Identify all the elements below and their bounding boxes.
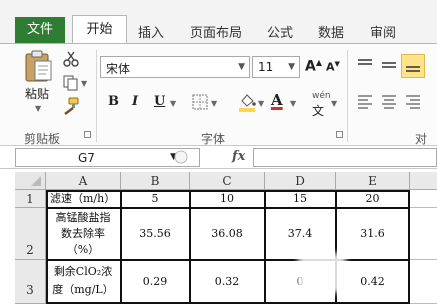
tab-data[interactable]: 数据: [318, 22, 344, 41]
cell-a3[interactable]: 剩余ClO₂浓度（mg/L）: [46, 260, 121, 304]
tab-home[interactable]: 开始: [72, 15, 127, 44]
underline-dropdown-icon[interactable]: ▼: [170, 99, 176, 108]
grow-font-button[interactable]: A▲: [305, 58, 322, 75]
underline-button[interactable]: U: [154, 94, 165, 109]
cell-a2[interactable]: 高锰酸盐指数去除率（%）: [46, 208, 121, 260]
paste-dropdown-icon[interactable]: ▼: [35, 104, 41, 113]
column-header-c[interactable]: C: [190, 172, 265, 190]
ribbon-home: 粘贴 ▼ ▼ 剪贴板 宋体 ▼ 11 ▼ A▲ A▼ B I U ▼ ▼ ▼ A…: [0, 43, 437, 163]
font-color-button[interactable]: A: [271, 91, 283, 109]
select-all-icon: [31, 176, 41, 186]
cell-f2[interactable]: [410, 208, 437, 260]
font-name-select[interactable]: 宋体 ▼: [100, 56, 250, 78]
align-bottom-button[interactable]: [401, 54, 425, 78]
grow-font-icon: A: [305, 58, 316, 75]
clipboard-launcher-icon[interactable]: [84, 131, 91, 138]
chevron-down-icon: ▼: [288, 62, 295, 72]
excel-window: 文件 开始 插入 页面布局 公式 数据 审阅 粘贴 ▼ ▼ 剪贴板 宋体 ▼ 1…: [0, 0, 437, 306]
row-header-1[interactable]: 1: [15, 190, 46, 208]
column-header-e[interactable]: E: [336, 172, 410, 190]
cell-f3[interactable]: [410, 260, 437, 304]
row-header-3[interactable]: 3: [15, 260, 46, 304]
table-border: [46, 259, 410, 261]
phonetic-dropdown-icon[interactable]: ▼: [331, 99, 337, 108]
chevron-down-icon: ▼: [238, 62, 245, 72]
cell-b2[interactable]: 35.56: [121, 208, 190, 260]
align-right-icon[interactable]: [405, 94, 421, 110]
align-middle-icon[interactable]: [381, 58, 397, 74]
paste-label[interactable]: 粘贴: [25, 85, 49, 102]
phonetic-guide-icon: 文: [312, 104, 325, 118]
row-header-2[interactable]: 2: [15, 208, 46, 260]
cell-c3[interactable]: 0.32: [190, 260, 265, 304]
tab-file[interactable]: 文件: [15, 17, 65, 43]
copy-dropdown-icon[interactable]: ▼: [81, 79, 87, 88]
borders-icon[interactable]: [192, 94, 208, 110]
italic-button[interactable]: I: [132, 94, 138, 109]
column-header-b[interactable]: B: [121, 172, 190, 190]
cell-e2[interactable]: 31.6: [336, 208, 410, 260]
cell-b1[interactable]: 5: [121, 190, 190, 208]
font-size-select[interactable]: 11 ▼: [252, 56, 300, 78]
column-header-f[interactable]: [410, 172, 437, 190]
cell-c1[interactable]: 10: [190, 190, 265, 208]
font-launcher-icon[interactable]: [336, 131, 343, 138]
tab-formulas[interactable]: 公式: [267, 22, 293, 41]
resize-handle-icon[interactable]: [174, 150, 188, 164]
name-box-value: G7: [78, 151, 95, 165]
cell-f1[interactable]: [410, 190, 437, 208]
cell-c2[interactable]: 36.08: [190, 208, 265, 260]
bold-button[interactable]: B: [108, 94, 119, 109]
align-bottom-icon: [406, 66, 420, 72]
ribbon-tab-bar: 文件 开始 插入 页面布局 公式 数据 审阅: [0, 0, 437, 44]
font-group-label: 字体: [201, 132, 226, 146]
worksheet-grid: A B C D E 1 滤速（m/h） 5 10 15 20 2 高锰酸盐指数去…: [0, 169, 437, 306]
group-separator: [347, 50, 348, 142]
font-color-dropdown-icon[interactable]: ▼: [290, 99, 296, 108]
cut-icon[interactable]: [63, 51, 79, 67]
tab-page-layout[interactable]: 页面布局: [190, 22, 242, 41]
table-border: [46, 207, 410, 209]
column-header-a[interactable]: A: [46, 172, 121, 190]
cell-a1[interactable]: 滤速（m/h）: [46, 190, 121, 208]
cell-e3[interactable]: 0.42: [336, 260, 410, 304]
fill-color-icon[interactable]: [237, 92, 257, 112]
copy-icon[interactable]: [63, 75, 79, 91]
borders-dropdown-icon[interactable]: ▼: [211, 99, 217, 108]
format-painter-icon[interactable]: [62, 97, 80, 115]
shrink-font-button[interactable]: A▼: [326, 60, 340, 74]
formula-input[interactable]: [253, 148, 437, 167]
shrink-font-icon: A: [326, 60, 335, 74]
column-header-d[interactable]: D: [265, 172, 336, 190]
select-all-button[interactable]: [15, 172, 46, 190]
cell-b3[interactable]: 0.29: [121, 260, 190, 304]
name-box[interactable]: G7 ▼: [15, 148, 200, 167]
cell-d1[interactable]: 15: [265, 190, 336, 208]
watermark: [298, 253, 346, 293]
paste-icon[interactable]: [24, 49, 54, 83]
group-separator: [96, 50, 97, 142]
fill-color-dropdown-icon[interactable]: ▼: [258, 99, 264, 108]
formula-bar: G7 ▼ fx: [0, 146, 437, 169]
align-top-icon[interactable]: [357, 58, 373, 72]
tab-review[interactable]: 审阅: [370, 22, 396, 41]
insert-function-button[interactable]: fx: [232, 149, 245, 164]
phonetic-guide-button[interactable]: wén: [312, 91, 331, 101]
tab-insert[interactable]: 插入: [138, 22, 164, 41]
align-left-icon[interactable]: [357, 94, 373, 110]
font-name-value: 宋体: [106, 62, 131, 76]
cell-e1[interactable]: 20: [336, 190, 410, 208]
font-size-value: 11: [258, 60, 274, 74]
clipboard-group-label: 剪贴板: [24, 132, 61, 146]
align-center-icon[interactable]: [381, 94, 397, 110]
